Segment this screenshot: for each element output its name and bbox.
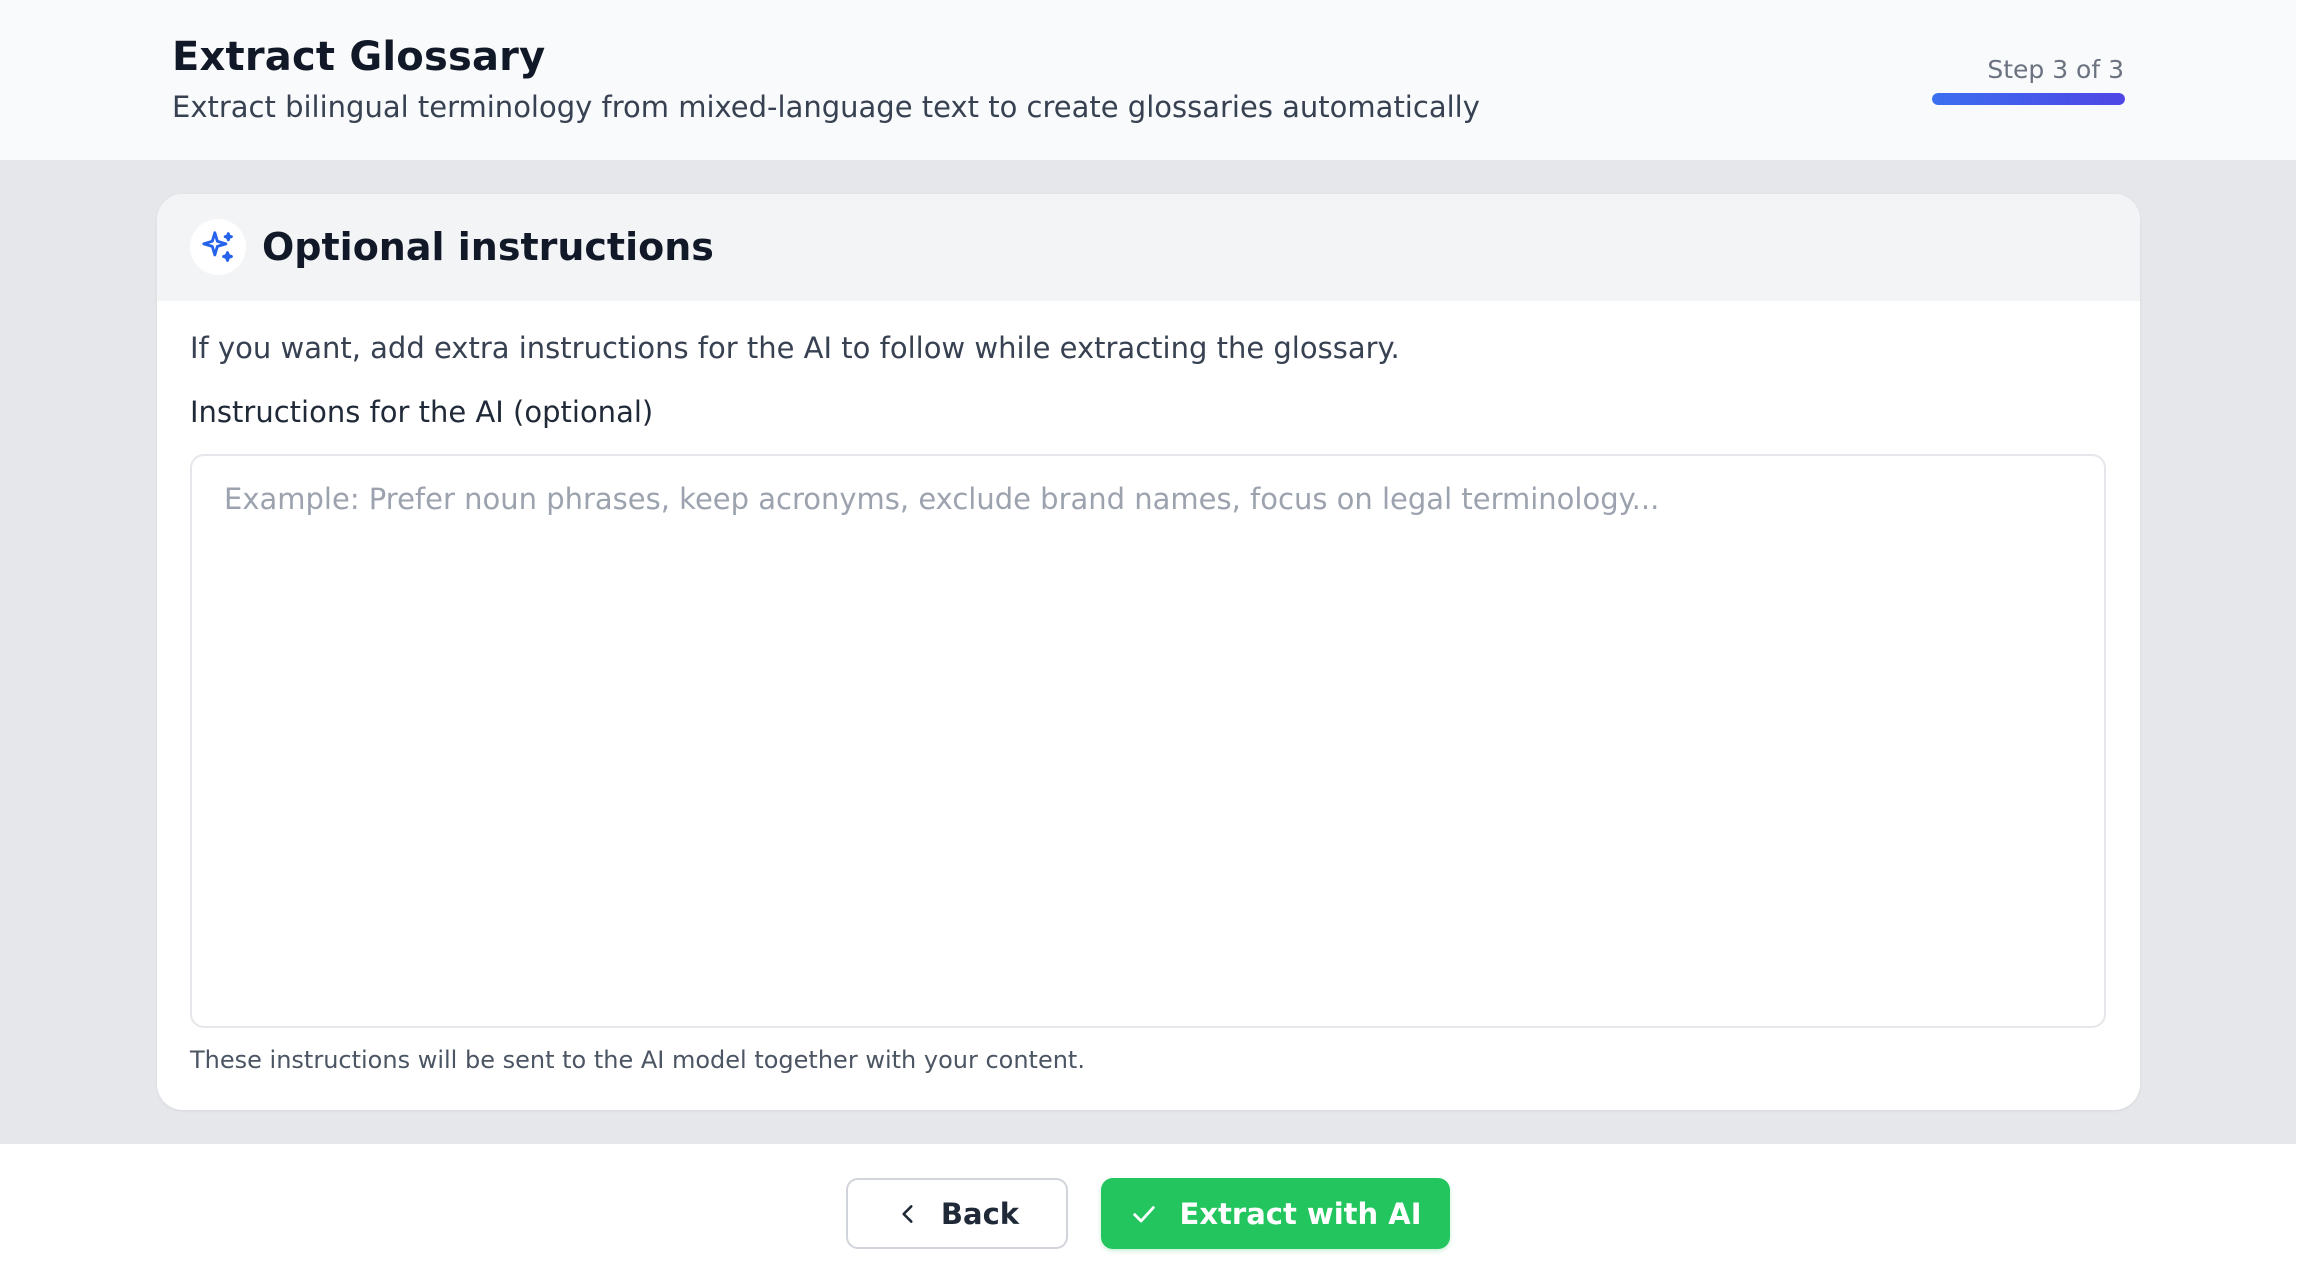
card-title: Optional instructions (262, 225, 714, 269)
step-progress-bar (1932, 93, 2125, 105)
instructions-field-label: Instructions for the AI (optional) (190, 395, 654, 429)
instructions-card: Optional instructions If you want, add e… (157, 194, 2140, 1110)
instructions-textarea[interactable] (190, 454, 2106, 1028)
page-subtitle: Extract bilingual terminology from mixed… (172, 90, 1480, 124)
app-window: Extract Glossary Extract bilingual termi… (0, 0, 2296, 1282)
card-intro-text: If you want, add extra instructions for … (190, 331, 1400, 365)
step-indicator: Step 3 of 3 (1987, 55, 2124, 84)
page-header: Extract Glossary Extract bilingual termi… (0, 0, 2296, 160)
card-header: Optional instructions (157, 194, 2140, 301)
sparkles-icon (190, 219, 246, 275)
step-progress-fill (1932, 93, 2125, 105)
back-button-label: Back (940, 1196, 1020, 1231)
helper-text: These instructions will be sent to the A… (190, 1046, 1085, 1074)
extract-with-ai-button[interactable]: Extract with AI (1101, 1178, 1450, 1249)
back-button[interactable]: Back (846, 1178, 1068, 1249)
window-edge (2296, 0, 2320, 1282)
page-title: Extract Glossary (172, 34, 546, 80)
chevron-left-icon (895, 1201, 921, 1227)
check-icon (1130, 1200, 1158, 1228)
extract-button-label: Extract with AI (1179, 1196, 1422, 1231)
